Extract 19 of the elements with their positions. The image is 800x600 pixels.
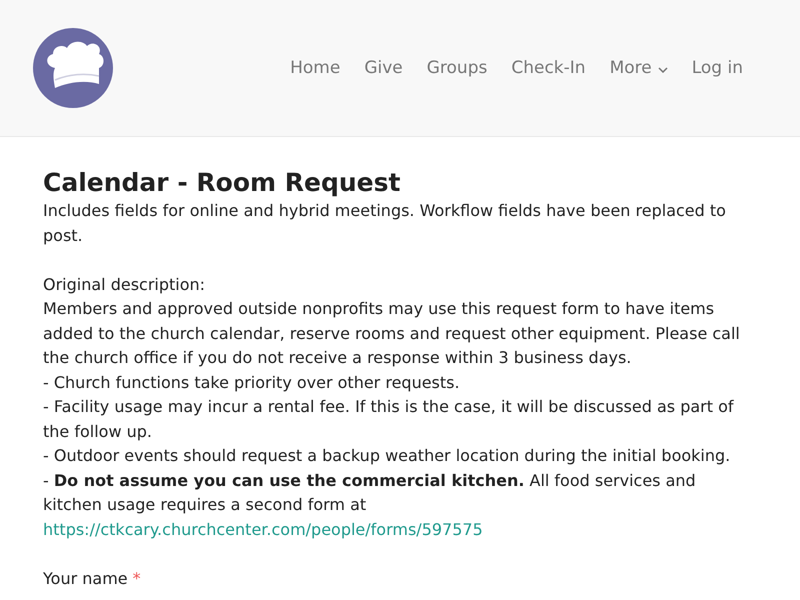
description-text: Members and approved outside nonprofits may use this request form to have items added to the church calendar, reserve rooms and request other equipment. Please call the church office if you do not receive a response within 3 business days. (43, 298, 741, 369)
intro-text: Includes fields for online and hybrid meetings. Workflow fields have been replaced to post. (43, 200, 727, 246)
description-text: - Church functions take priority over other requests. (43, 372, 461, 394)
description-text: - Facility usage may incur a rental fee. If this is the case, it will be discussed as part of the follow up. (43, 396, 735, 442)
required-asterisk: * (132, 568, 141, 590)
nav-link[interactable]: Home (290, 58, 340, 78)
description-text: - Do not assume you can use the commercial kitchen. All food services and kitchen usage requires a second form at (43, 470, 697, 516)
form-title: Calendar - Room Request (43, 168, 402, 197)
description-text: Original description: (43, 274, 206, 296)
nav-link[interactable]: Give (364, 58, 403, 78)
nav-link[interactable]: Log in (692, 58, 743, 78)
chef-hat-logo-icon[interactable] (33, 28, 113, 108)
nav-link[interactable]: Check-In (511, 58, 586, 78)
field-label: Your name (43, 568, 128, 590)
nav-dropdown[interactable]: More (610, 58, 668, 78)
caret-icon (658, 66, 668, 72)
description-text: - Outdoor events should request a backup weather location during the initial booking. (43, 445, 732, 467)
form-link[interactable]: https://ctkcary.churchcenter.com/people/forms/597575 (43, 518, 483, 542)
nav-link[interactable]: Groups (426, 58, 488, 78)
